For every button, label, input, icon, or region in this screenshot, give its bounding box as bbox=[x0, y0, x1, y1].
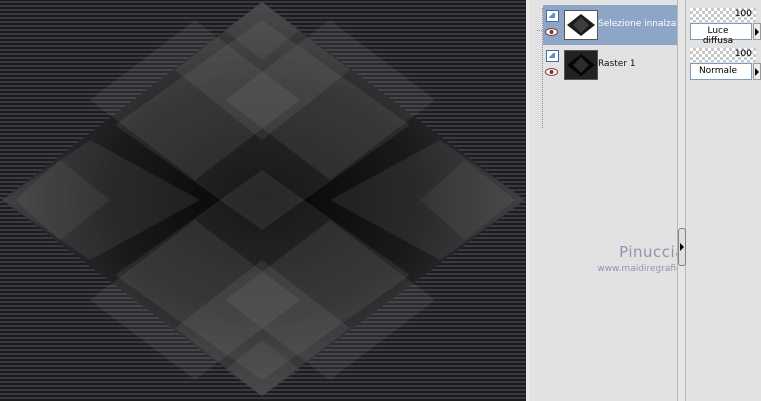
collapse-arrow-icon[interactable] bbox=[678, 228, 686, 266]
opacity-field[interactable]: 100 bbox=[690, 48, 756, 62]
blend-mode-select[interactable]: Normale bbox=[690, 63, 752, 80]
opacity-field[interactable]: 100 bbox=[690, 8, 756, 22]
blend-mode-value: Normale bbox=[698, 66, 738, 76]
layer-thumbnail bbox=[564, 50, 598, 80]
layer-name: Selezione innalzata bbox=[598, 19, 677, 29]
eye-icon[interactable] bbox=[545, 68, 558, 76]
layers-palette: Selezione innalzata Raster 1 Pinuccia ww… bbox=[529, 0, 701, 401]
layer-name: Raster 1 bbox=[598, 59, 636, 69]
blend-mode-select[interactable]: Luce diffusa bbox=[690, 23, 752, 46]
canvas-artwork bbox=[2, 2, 525, 396]
layer-properties-raster-1: 100 Normale bbox=[690, 42, 761, 84]
eye-icon[interactable] bbox=[545, 28, 558, 36]
layer-thumbnail bbox=[564, 10, 598, 40]
layer-properties-selezione: 100 Luce diffusa bbox=[690, 2, 761, 46]
image-canvas[interactable] bbox=[0, 0, 529, 401]
raster-layer-icon bbox=[546, 10, 559, 22]
layer-properties-column: 100 Luce diffusa 100 Normale bbox=[686, 0, 761, 401]
raster-layer-icon bbox=[546, 50, 559, 62]
dropdown-arrow-icon[interactable] bbox=[753, 23, 761, 40]
opacity-value: 100 bbox=[734, 9, 752, 19]
layer-row-selezione[interactable]: Selezione innalzata bbox=[543, 5, 677, 45]
opacity-value: 100 bbox=[734, 49, 752, 59]
layer-row-raster-1[interactable]: Raster 1 bbox=[543, 45, 677, 85]
dropdown-arrow-icon[interactable] bbox=[753, 63, 761, 80]
panel-splitter[interactable] bbox=[677, 0, 686, 401]
